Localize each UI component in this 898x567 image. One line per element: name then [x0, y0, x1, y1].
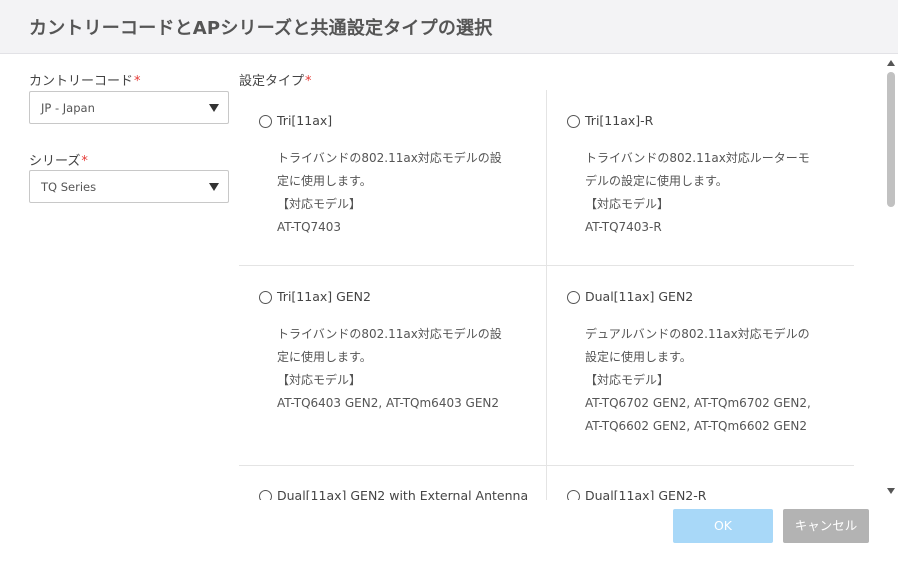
description-line: 定に使用します。	[277, 174, 372, 188]
radio-button[interactable]	[259, 115, 272, 128]
description-line: AT-TQ6602 GEN2, AT-TQm6602 GEN2	[585, 419, 808, 433]
description-line: 【対応モデル】	[585, 373, 670, 387]
description-line: 【対応モデル】	[585, 197, 670, 211]
option-name: Dual[11ax] GEN2 with External Antenna	[277, 488, 529, 500]
radio-button[interactable]	[567, 115, 580, 128]
description-line: AT-TQ6702 GEN2, AT-TQm6702 GEN2,	[585, 396, 811, 410]
country-code-value: JP - Japan	[41, 101, 95, 115]
description-line: AT-TQ7403	[277, 220, 342, 234]
description-line: 【対応モデル】	[277, 197, 362, 211]
config-type-label: 設定タイプ*	[239, 70, 312, 89]
description-line: トライバンドの802.11ax対応モデルの設	[277, 327, 502, 341]
description-line: AT-TQ6403 GEN2, AT-TQm6403 GEN2	[277, 396, 500, 410]
option-name: Dual[11ax] GEN2	[585, 289, 694, 304]
description-line: デルの設定に使用します。	[585, 174, 728, 188]
series-select[interactable]: TQ Series	[29, 170, 229, 203]
description-line: 【対応モデル】	[277, 373, 362, 387]
option-name: Tri[11ax]	[277, 113, 333, 128]
option-description: トライバンドの802.11ax対応モデルの設 定に使用します。 【対応モデル】 …	[277, 147, 525, 239]
required-mark: *	[134, 74, 141, 89]
dialog-title-bar: カントリーコードとAPシリーズと共通設定タイプの選択	[0, 0, 898, 54]
config-type-label-text: 設定タイプ	[239, 74, 305, 89]
description-line: デュアルバンドの802.11ax対応モデルの	[585, 327, 810, 341]
scroll-up-arrow-icon[interactable]	[887, 60, 895, 66]
config-type-options: Tri[11ax] トライバンドの802.11ax対応モデルの設 定に使用します…	[239, 90, 879, 500]
caret-down-icon	[209, 183, 219, 191]
scrollbar-thumb[interactable]	[887, 72, 895, 207]
country-code-label-text: カントリーコード	[29, 74, 134, 89]
series-value: TQ Series	[41, 180, 97, 194]
ok-button[interactable]: OK	[673, 509, 773, 543]
radio-button[interactable]	[259, 490, 272, 500]
description-line: トライバンドの802.11ax対応ルーターモ	[585, 151, 810, 165]
cancel-button[interactable]: キャンセル	[783, 509, 869, 543]
option-description: トライバンドの802.11ax対応モデルの設 定に使用します。 【対応モデル】 …	[277, 323, 525, 415]
description-line: トライバンドの802.11ax対応モデルの設	[277, 151, 502, 165]
description-line: 定に使用します。	[277, 350, 372, 364]
description-line: AT-TQ7403-R	[585, 220, 662, 234]
option-description: デュアルバンドの802.11ax対応モデルの 設定に使用します。 【対応モデル】…	[585, 323, 833, 438]
option-name: Tri[11ax] GEN2	[277, 289, 371, 304]
series-label-text: シリーズ	[29, 154, 81, 169]
dialog-title: カントリーコードとAPシリーズと共通設定タイプの選択	[29, 18, 493, 39]
option-name: Tri[11ax]-R	[585, 113, 654, 128]
column-divider	[546, 90, 547, 500]
required-mark: *	[81, 154, 88, 169]
scroll-down-arrow-icon[interactable]	[887, 488, 895, 494]
option-description: トライバンドの802.11ax対応ルーターモ デルの設定に使用します。 【対応モ…	[585, 147, 833, 239]
country-code-select[interactable]: JP - Japan	[29, 91, 229, 124]
country-code-label: カントリーコード*	[29, 70, 141, 89]
caret-down-icon	[209, 104, 219, 112]
description-line: 設定に使用します。	[585, 350, 692, 364]
series-label: シリーズ*	[29, 150, 88, 169]
radio-button[interactable]	[259, 291, 272, 304]
radio-button[interactable]	[567, 291, 580, 304]
options-scrollbar[interactable]	[884, 58, 898, 498]
radio-button[interactable]	[567, 490, 580, 500]
row-divider	[239, 265, 854, 266]
option-name: Dual[11ax] GEN2-R	[585, 488, 707, 500]
required-mark: *	[305, 74, 312, 89]
row-divider	[239, 465, 854, 466]
